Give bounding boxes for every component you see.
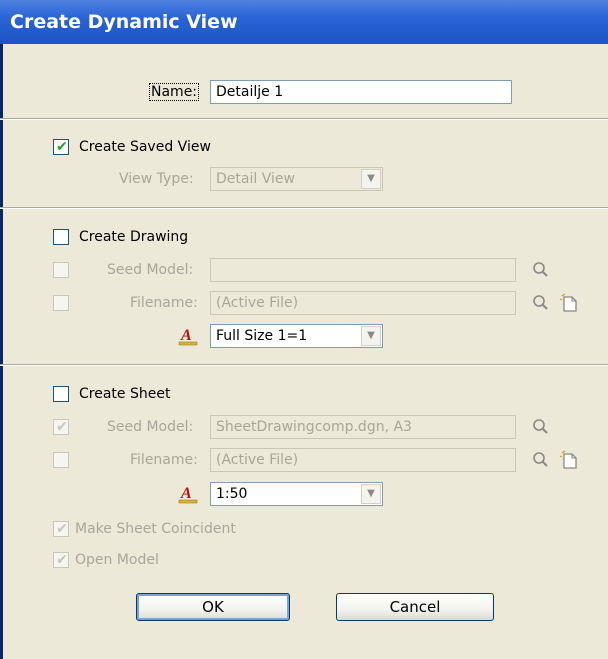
open-model-label: Open Model (75, 552, 159, 568)
drawing-seed-model-label: Seed Model: (107, 262, 194, 278)
window-left-border (0, 44, 3, 659)
drawing-seed-model-checkbox[interactable] (53, 262, 69, 278)
drawing-filename-label: Filename: (130, 295, 198, 311)
magnifier-icon[interactable] (530, 292, 552, 314)
magnifier-icon[interactable] (530, 416, 552, 438)
sheet-seed-model-checkbox[interactable]: ✔ (53, 419, 69, 435)
dropdown-arrow-icon: ▼ (361, 326, 381, 346)
checkmark-icon: ✔ (56, 419, 68, 435)
separator-2 (0, 207, 608, 209)
checkmark-icon: ✔ (56, 139, 68, 155)
drawing-seed-model-input[interactable] (210, 258, 516, 282)
make-sheet-coincident-label: Make Sheet Coincident (75, 521, 236, 537)
annotation-scale-icon[interactable]: A (177, 483, 199, 505)
magnifier-icon[interactable] (530, 259, 552, 281)
name-input[interactable]: Detailje 1 (210, 80, 512, 104)
svg-text:A: A (180, 327, 192, 344)
sheet-filename-label: Filename: (130, 452, 198, 468)
drawing-filename-checkbox[interactable] (53, 295, 69, 311)
sheet-scale-select[interactable]: 1:50 ▼ (210, 482, 383, 506)
new-file-icon[interactable] (559, 449, 581, 471)
create-drawing-label: Create Drawing (79, 229, 189, 245)
view-type-label: View Type: (119, 171, 194, 187)
create-sheet-checkbox[interactable] (53, 386, 69, 402)
dropdown-arrow-icon: ▼ (361, 169, 381, 189)
view-type-select[interactable]: Detail View ▼ (210, 167, 383, 191)
drawing-filename-input[interactable]: (Active File) (210, 291, 516, 315)
make-sheet-coincident-checkbox[interactable]: ✔ (53, 521, 69, 537)
cancel-button[interactable]: Cancel (336, 593, 494, 621)
create-saved-view-label: Create Saved View (79, 139, 211, 155)
create-sheet-label: Create Sheet (79, 386, 171, 402)
checkmark-icon: ✔ (56, 521, 68, 537)
new-file-icon[interactable] (559, 292, 581, 314)
name-label: Name: (148, 83, 200, 101)
sheet-seed-model-input[interactable]: SheetDrawingcomp.dgn, A3 (210, 415, 516, 439)
create-dynamic-view-dialog: Create Dynamic View Name: Detailje 1 ✔ C… (0, 0, 608, 659)
drawing-scale-select[interactable]: Full Size 1=1 ▼ (210, 324, 383, 348)
checkmark-icon: ✔ (56, 552, 68, 568)
create-drawing-checkbox[interactable] (53, 229, 69, 245)
ok-button[interactable]: OK (136, 593, 290, 621)
separator-3 (0, 364, 608, 366)
dropdown-arrow-icon: ▼ (361, 484, 381, 504)
sheet-seed-model-label: Seed Model: (107, 419, 194, 435)
window-title: Create Dynamic View (10, 11, 238, 33)
annotation-scale-icon[interactable]: A (177, 325, 199, 347)
sheet-filename-checkbox[interactable] (53, 452, 69, 468)
title-bar[interactable]: Create Dynamic View (0, 0, 608, 44)
create-saved-view-checkbox[interactable]: ✔ (53, 139, 69, 155)
open-model-checkbox[interactable]: ✔ (53, 552, 69, 568)
separator-1 (0, 118, 608, 120)
sheet-filename-input[interactable]: (Active File) (210, 448, 516, 472)
magnifier-icon[interactable] (530, 449, 552, 471)
svg-text:A: A (180, 485, 192, 502)
